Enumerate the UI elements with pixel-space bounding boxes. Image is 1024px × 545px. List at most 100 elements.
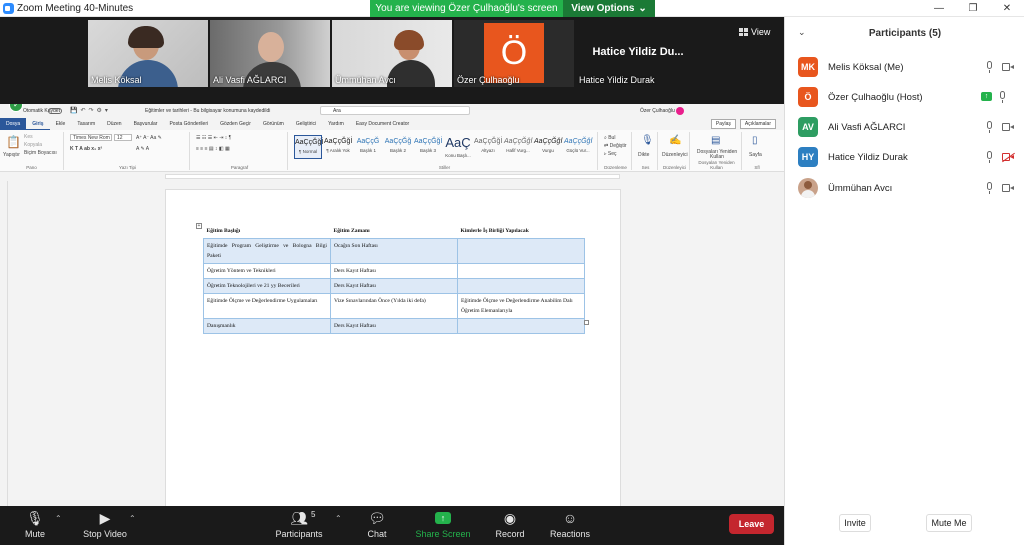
share-screen-button[interactable]: ↑ Share Screen (415, 509, 471, 543)
table-cell[interactable]: Vize Sınavlarından Önce (Yılda iki defa) (330, 293, 458, 319)
find-button[interactable]: ⌕ Bul (604, 135, 615, 141)
table-header-cell[interactable]: Eğitim Zamanı (330, 223, 458, 239)
table-cell[interactable]: Eğitimde Ölçme ve Değerlendirme Anabilim… (457, 293, 585, 319)
font-size-select[interactable]: 12 (114, 134, 132, 141)
paste-icon[interactable]: 📋 (6, 135, 21, 149)
tab-mailings[interactable]: Posta Gönderileri (163, 118, 214, 130)
participants-button[interactable]: 👥︎ Participants (275, 509, 323, 543)
view-options-button[interactable]: View Options ⌄ (563, 0, 655, 17)
video-off-icon[interactable] (1002, 153, 1014, 161)
table-cell[interactable] (457, 263, 585, 279)
table-cell[interactable]: Ocağın Son Haftası (330, 238, 458, 264)
table-cell[interactable]: Öğretim Teknolojileri ve 21 yy Beceriler… (203, 278, 331, 294)
video-tile[interactable]: Melis Köksal (88, 20, 208, 87)
autosave-toggle[interactable] (48, 108, 62, 114)
microphone-icon[interactable] (985, 151, 993, 163)
replace-button[interactable]: ⇄ Değiştir (604, 143, 627, 149)
tab-home[interactable]: Giriş (26, 118, 50, 130)
style-no-spacing[interactable]: AaÇçĞğİ ¶ Aralık Yok (324, 135, 352, 159)
table-cell[interactable]: Ders Kayıt Haftası (330, 278, 458, 294)
tab-help[interactable]: Yardım (322, 118, 350, 130)
video-tile[interactable]: Ali Vasfi AĞLARCI (210, 20, 330, 87)
table-header-cell[interactable]: Eğitim Başlığı (203, 223, 331, 239)
tab-developer[interactable]: Geliştirici (290, 118, 322, 130)
tab-insert[interactable]: Ekle (50, 118, 72, 130)
table-cell[interactable]: Eğitimde Program Geliştirme ve Bologna B… (203, 238, 331, 264)
select-button[interactable]: ▹ Seç (604, 151, 617, 157)
video-tile[interactable]: Ö Özer Çulhaoğlu (454, 20, 574, 87)
video-camera-icon[interactable] (1002, 184, 1014, 192)
leave-button[interactable]: Leave (729, 514, 774, 534)
document-table[interactable]: Eğitim Başlığı Eğitim Zamanı Kimlerle İş… (203, 223, 585, 334)
participant-row[interactable]: Ümmühan Avcı (785, 174, 1024, 204)
mute-me-button[interactable]: Mute Me (926, 514, 972, 532)
participant-row[interactable]: Ö Özer Çulhaoğlu (Host) ↑ (785, 83, 1024, 113)
mute-button[interactable]: 🎙︎ Mute (20, 509, 50, 543)
editor-icon[interactable]: ✍ (669, 135, 681, 146)
tab-view[interactable]: Görünüm (257, 118, 290, 130)
list-icons[interactable]: ☰ ☷ ☰ ⇤ ⇥ ↕ ¶ (196, 135, 231, 141)
color-icons[interactable]: A ✎ A (136, 146, 149, 152)
dictate-label[interactable]: Dikte (638, 152, 649, 158)
stop-video-button[interactable]: ▶︎ Stop Video (80, 509, 130, 543)
participant-row[interactable]: AV Ali Vasfi AĞLARCI (785, 113, 1024, 143)
view-button[interactable]: View (739, 27, 770, 37)
table-move-handle[interactable]: + (196, 223, 202, 229)
table-cell[interactable]: Ders Kayıt Haftası (330, 263, 458, 279)
restore-icon[interactable]: ❐ (956, 0, 990, 17)
table-resize-handle[interactable] (584, 320, 589, 325)
tab-design[interactable]: Tasarım (71, 118, 101, 130)
cut-label[interactable]: Kes (24, 134, 33, 140)
share-button[interactable]: Paylaş (710, 119, 736, 129)
document-page[interactable]: + Eğitim Başlığı Eğitim Zamanı Kimlerle … (165, 189, 621, 506)
table-cell[interactable]: Eğitimde Ölçme ve Değerlendirme Uygulama… (203, 293, 331, 319)
chevron-up-icon[interactable]: ⌃ (55, 514, 62, 523)
table-cell[interactable] (457, 238, 585, 264)
user-avatar[interactable] (676, 107, 684, 115)
quick-access-icons[interactable]: 💾↶↷⚙▾ (70, 107, 111, 114)
search-input[interactable]: Ara (320, 106, 470, 115)
comments-button[interactable]: Açıklamalar (739, 119, 776, 129)
editor-label[interactable]: Düzenleyici (662, 152, 688, 158)
horizontal-ruler[interactable] (0, 173, 784, 181)
close-icon[interactable]: ✕ (990, 0, 1024, 17)
font-name-select[interactable]: Times New Rom (70, 134, 112, 141)
record-button[interactable]: ◉ Record (494, 509, 526, 543)
chevron-up-icon[interactable]: ⌃ (129, 514, 136, 523)
chevron-up-icon[interactable]: ⌃ (335, 514, 342, 523)
align-icons[interactable]: ≡ ≡ ≡ ▤ ↕ ◧ ▦ (196, 146, 230, 152)
style-intense-emphasis[interactable]: AaÇçĞğİ Güçlü Vur... (564, 135, 592, 159)
style-emphasis[interactable]: AaÇçĞğİ Vurgu (534, 135, 562, 159)
style-heading-2[interactable]: AaÇçĞğ Başlık 2 (384, 135, 412, 159)
microphone-icon[interactable] (985, 182, 993, 194)
font-size-icons[interactable]: A⁺ A⁻ Aa ✎ (136, 135, 162, 141)
microphone-icon[interactable] (985, 61, 993, 73)
microphone-icon[interactable] (998, 91, 1006, 103)
format-icons[interactable]: K T A ab x₂ x² (70, 146, 102, 152)
page-icon[interactable]: ▯ (752, 135, 758, 146)
participant-row[interactable]: MK Melis Köksal (Me) (785, 53, 1024, 83)
tab-file[interactable]: Dosya (0, 118, 27, 130)
page-label[interactable]: Sayfa (749, 152, 762, 158)
tab-review[interactable]: Gözden Geçir (214, 118, 257, 130)
invite-button[interactable]: Invite (839, 514, 871, 532)
microphone-icon[interactable] (985, 121, 993, 133)
video-tile[interactable]: Hatice Yildiz Du... Hatice Yildiz Durak (576, 20, 696, 87)
tab-easy-document-creator[interactable]: Easy Document Creator (350, 118, 415, 130)
paste-label[interactable]: Yapıştır (3, 152, 20, 158)
copy-label[interactable]: Kopyala (24, 142, 42, 148)
vertical-ruler[interactable] (0, 181, 8, 506)
reactions-button[interactable]: ☺︎ Reactions (550, 509, 590, 543)
video-camera-icon[interactable] (1002, 63, 1014, 71)
table-cell[interactable]: Ders Kayıt Haftası (330, 318, 458, 334)
table-cell[interactable]: Danışmanlık (203, 318, 331, 334)
video-camera-icon[interactable] (1002, 123, 1014, 131)
format-painter-label[interactable]: Biçim Boyacısı (24, 150, 57, 156)
table-header-cell[interactable]: Kimlerle İş Birliği Yapılacak (457, 223, 585, 239)
tab-references[interactable]: Başvurular (128, 118, 164, 130)
style-title[interactable]: AaÇ Konu Başlı... (444, 135, 472, 159)
style-normal[interactable]: AaÇçĞğİ ¶ Normal (294, 135, 323, 159)
table-cell[interactable] (457, 278, 585, 294)
reuse-files-label[interactable]: Dosyaları Yeniden Kullan (694, 150, 740, 160)
style-heading-3[interactable]: AaÇçĞğİ Başlık 3 (414, 135, 442, 159)
